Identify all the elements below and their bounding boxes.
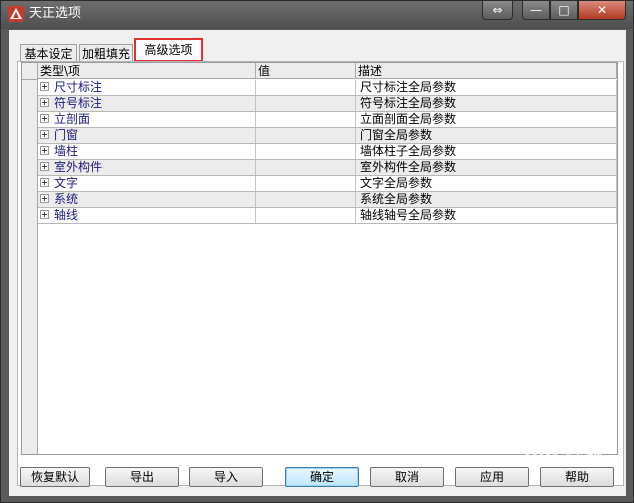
row-description: 系统全局参数 [356, 192, 617, 207]
expand-plus-icon[interactable] [40, 194, 49, 203]
row-value[interactable] [256, 192, 356, 207]
row-type: 室外构件 [54, 160, 103, 174]
cancel-button[interactable]: 取消 [370, 467, 444, 487]
expand-plus-icon[interactable] [40, 98, 49, 107]
row-description: 轴线轴号全局参数 [356, 208, 617, 223]
column-header-description[interactable]: 描述 [356, 63, 617, 79]
expand-plus-icon[interactable] [40, 146, 49, 155]
grid-row[interactable]: 轴线 轴线轴号全局参数 [38, 208, 617, 224]
column-header-type[interactable]: 类型\项 [38, 63, 256, 79]
grid-row[interactable]: 尺寸标注 尺寸标注全局参数 [38, 80, 617, 96]
row-type: 系统 [54, 192, 79, 206]
grid-row[interactable]: 室外构件 室外构件全局参数 [38, 160, 617, 176]
ok-button[interactable]: 确定 [285, 467, 359, 487]
help-button[interactable]: 帮助 [540, 467, 614, 487]
row-description: 室外构件全局参数 [356, 160, 617, 175]
row-description: 尺寸标注全局参数 [356, 80, 617, 95]
expand-plus-icon[interactable] [40, 130, 49, 139]
baidu-jingyan-watermark: Bai 经验 [524, 442, 605, 463]
row-value[interactable] [256, 176, 356, 191]
tangent-app-icon [8, 6, 24, 22]
grid-corner [22, 63, 38, 80]
grid-row[interactable]: 立剖面 立面剖面全局参数 [38, 112, 617, 128]
dialog-client-area: 基本设定 加粗填充 高级选项 类型\项 值 描述 尺寸标注 尺寸标注全局参数 符… [9, 30, 626, 496]
row-value[interactable] [256, 160, 356, 175]
expand-plus-icon[interactable] [40, 82, 49, 91]
maximize-button[interactable]: □ [550, 1, 578, 20]
row-description: 门窗全局参数 [356, 128, 617, 143]
restore-default-button[interactable]: 恢复默认 [20, 467, 90, 487]
row-description: 墙体柱子全局参数 [356, 144, 617, 159]
expand-plus-icon[interactable] [40, 162, 49, 171]
export-button[interactable]: 导出 [105, 467, 179, 487]
expand-plus-icon[interactable] [40, 210, 49, 219]
row-value[interactable] [256, 112, 356, 127]
window-title: 天正选项 [29, 6, 82, 21]
grid-row[interactable]: 门窗 门窗全局参数 [38, 128, 617, 144]
row-type: 文字 [54, 176, 79, 190]
row-type: 墙柱 [54, 144, 79, 158]
title-bar[interactable]: 天正选项 ⇔ — □ ✕ [1, 1, 633, 29]
row-header-strip [22, 80, 38, 454]
row-type: 立剖面 [54, 112, 91, 126]
column-header-value[interactable]: 值 [256, 63, 356, 79]
apply-button[interactable]: 应用 [455, 467, 529, 487]
row-description: 文字全局参数 [356, 176, 617, 191]
minimize-button[interactable]: — [522, 1, 550, 20]
import-button[interactable]: 导入 [189, 467, 263, 487]
grid-row[interactable]: 墙柱 墙体柱子全局参数 [38, 144, 617, 160]
expand-plus-icon[interactable] [40, 178, 49, 187]
row-type: 门窗 [54, 128, 79, 142]
tab-bold-fill[interactable]: 加粗填充 [79, 44, 133, 62]
row-type: 轴线 [54, 208, 79, 222]
resize-icon[interactable]: ⇔ [482, 1, 513, 20]
tab-basic-settings[interactable]: 基本设定 [20, 44, 77, 62]
grid-row[interactable]: 符号标注 符号标注全局参数 [38, 96, 617, 112]
row-description: 立面剖面全局参数 [356, 112, 617, 127]
row-value[interactable] [256, 96, 356, 111]
options-grid: 类型\项 值 描述 尺寸标注 尺寸标注全局参数 符号标注 符号标注全局参数 立剖… [21, 62, 618, 455]
close-button[interactable]: ✕ [578, 1, 626, 20]
row-value[interactable] [256, 144, 356, 159]
tab-panel: 类型\项 值 描述 尺寸标注 尺寸标注全局参数 符号标注 符号标注全局参数 立剖… [17, 61, 624, 486]
grid-row[interactable]: 系统 系统全局参数 [38, 192, 617, 208]
row-value[interactable] [256, 128, 356, 143]
row-type: 符号标注 [54, 96, 103, 110]
options-dialog: 天正选项 ⇔ — □ ✕ 基本设定 加粗填充 高级选项 类型\项 值 描述 尺寸… [0, 0, 634, 503]
row-value[interactable] [256, 80, 356, 95]
row-value[interactable] [256, 208, 356, 223]
grid-row[interactable]: 文字 文字全局参数 [38, 176, 617, 192]
expand-plus-icon[interactable] [40, 114, 49, 123]
row-type: 尺寸标注 [54, 80, 103, 94]
row-description: 符号标注全局参数 [356, 96, 617, 111]
tab-advanced-options[interactable]: 高级选项 [134, 38, 203, 62]
